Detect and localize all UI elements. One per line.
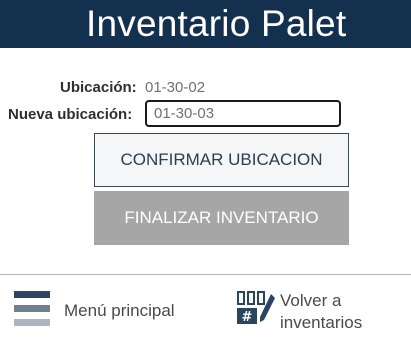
- confirm-location-button[interactable]: CONFIRMAR UBICACION: [94, 133, 349, 187]
- back-label-line2: inventarios: [280, 313, 363, 332]
- back-label-line1: Volver a: [280, 291, 342, 310]
- location-value: 01-30-02: [145, 79, 206, 96]
- inventory-grid-pencil-icon[interactable]: #: [236, 290, 276, 326]
- app-header: Inventario Palet: [0, 0, 411, 48]
- finish-inventory-button[interactable]: FINALIZAR INVENTARIO: [94, 191, 349, 245]
- back-to-inventories-link[interactable]: Volver a inventarios: [280, 290, 362, 334]
- new-location-label: Nueva ubicación:: [8, 106, 133, 123]
- hamburger-menu-icon[interactable]: [14, 291, 50, 327]
- location-label: Ubicación:: [60, 79, 137, 96]
- main-menu-link[interactable]: Menú principal: [64, 301, 175, 321]
- svg-text:#: #: [242, 310, 253, 325]
- page-title: Inventario Palet: [86, 3, 347, 44]
- new-location-input[interactable]: 01-30-03: [145, 100, 341, 127]
- footer-divider: [0, 274, 411, 275]
